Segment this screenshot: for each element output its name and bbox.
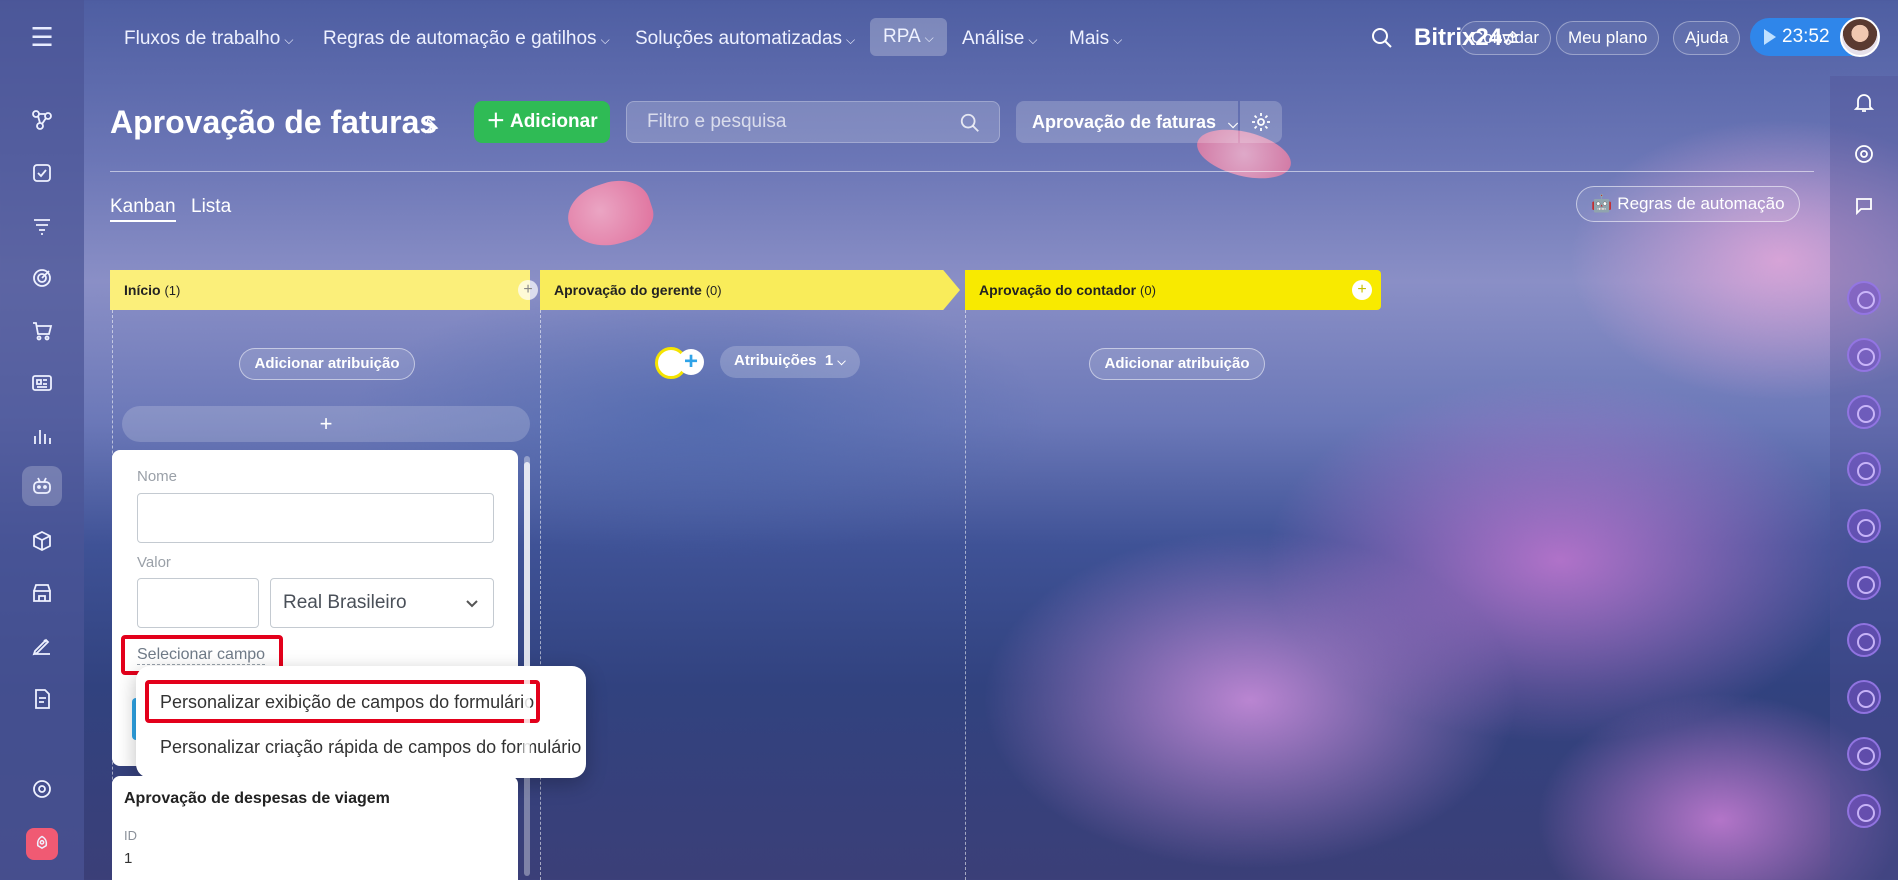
page-title: Aprovação de faturas bbox=[110, 104, 438, 140]
chat-icon[interactable] bbox=[1852, 194, 1876, 218]
nav-more[interactable]: Mais ⌵ bbox=[1069, 24, 1122, 54]
chevron-down-icon: ⌵ bbox=[837, 356, 846, 368]
add-button[interactable]: ＋ Adicionar bbox=[474, 101, 610, 143]
sign-icon[interactable] bbox=[22, 626, 62, 666]
search-input[interactable] bbox=[627, 102, 999, 142]
store-icon[interactable] bbox=[22, 573, 62, 613]
decorative-petal bbox=[560, 171, 660, 257]
contact-avatar-icon[interactable] bbox=[1847, 680, 1881, 714]
menu-item-customize-quick-create-fields[interactable]: Personalizar criação rápida de campos do… bbox=[160, 737, 581, 758]
pin-icon[interactable] bbox=[420, 116, 440, 136]
add-stage-plus-icon[interactable]: + bbox=[518, 280, 538, 300]
crm-funnel-icon[interactable] bbox=[22, 206, 62, 246]
value-field[interactable] bbox=[137, 578, 259, 628]
chevron-down-icon: ⌵ bbox=[1028, 33, 1038, 47]
cart-icon[interactable] bbox=[22, 311, 62, 351]
gear-icon bbox=[1252, 113, 1270, 131]
header-divider bbox=[110, 171, 1814, 172]
contact-avatar-icon[interactable] bbox=[1847, 281, 1881, 315]
search-icon[interactable] bbox=[1370, 26, 1394, 50]
bell-icon[interactable] bbox=[1852, 90, 1876, 114]
contact-avatar-icon[interactable] bbox=[1847, 623, 1881, 657]
add-stage-plus-icon[interactable]: + bbox=[1352, 280, 1372, 300]
card-id-label: ID bbox=[124, 828, 137, 843]
name-label: Nome bbox=[137, 468, 178, 485]
add-assignee-plus-icon[interactable]: + bbox=[678, 349, 704, 375]
stage-gerente[interactable]: Aprovação do gerente (0) bbox=[540, 270, 960, 310]
chevron-down-icon: ⌵ bbox=[1228, 116, 1238, 131]
search-icon[interactable] bbox=[959, 112, 981, 134]
highlight-box bbox=[145, 680, 540, 723]
robot-icon[interactable] bbox=[22, 466, 62, 506]
chevron-down-icon bbox=[466, 600, 478, 608]
nav-rpa[interactable]: RPA ⌵ bbox=[870, 18, 947, 56]
work-timer-button[interactable]: 23:52 bbox=[1750, 17, 1880, 57]
workflow-icon[interactable] bbox=[22, 100, 62, 140]
chevron-down-icon: ⌵ bbox=[600, 33, 610, 47]
column-scrollbar[interactable] bbox=[524, 456, 530, 876]
copilot-icon[interactable] bbox=[1852, 142, 1876, 166]
help-button[interactable]: Ajuda bbox=[1673, 21, 1741, 55]
contact-avatar-icon[interactable] bbox=[1847, 338, 1881, 372]
robot-icon: 🤖 bbox=[1591, 194, 1618, 213]
play-icon bbox=[1764, 29, 1776, 45]
add-assignment-button[interactable]: Adicionar atribuição bbox=[1089, 348, 1265, 380]
chevron-down-icon: ⌵ bbox=[1113, 33, 1123, 47]
stage-contador[interactable]: Aprovação do contador (0) bbox=[965, 270, 1381, 310]
view-selector[interactable]: Aprovação de faturas ⌵ bbox=[1016, 101, 1238, 143]
card-title[interactable]: Aprovação de despesas de viagem bbox=[124, 790, 390, 808]
left-sidebar: ☰ bbox=[0, 0, 84, 880]
tasks-icon[interactable] bbox=[22, 153, 62, 193]
value-label: Valor bbox=[137, 554, 171, 571]
filter-search[interactable] bbox=[626, 101, 1000, 143]
assignments-dropdown[interactable]: Atribuições 1 ⌵ bbox=[720, 346, 860, 378]
chevron-down-icon: ⌵ bbox=[924, 31, 934, 45]
contact-avatar-icon[interactable] bbox=[1847, 566, 1881, 600]
plus-icon: ＋ bbox=[486, 111, 510, 132]
card-id-value: 1 bbox=[124, 850, 133, 867]
add-assignment-button[interactable]: Adicionar atribuição bbox=[239, 348, 415, 380]
top-navigation: Fluxos de trabalho ⌵ Regras de automação … bbox=[84, 0, 1898, 76]
user-avatar[interactable] bbox=[1840, 17, 1880, 57]
automation-rules-button[interactable]: 🤖 Regras de automação bbox=[1576, 186, 1800, 222]
tab-lista[interactable]: Lista bbox=[191, 194, 231, 220]
box-icon[interactable] bbox=[22, 521, 62, 561]
kanban-card[interactable]: Aprovação de despesas de viagem ID 1 bbox=[112, 776, 518, 880]
column-divider bbox=[965, 310, 966, 880]
news-icon[interactable] bbox=[22, 363, 62, 403]
contact-avatar-icon[interactable] bbox=[1847, 794, 1881, 828]
hamburger-menu-icon[interactable]: ☰ bbox=[26, 24, 58, 50]
contact-avatar-icon[interactable] bbox=[1847, 509, 1881, 543]
contact-avatar-icon[interactable] bbox=[1847, 737, 1881, 771]
settings-gear-icon[interactable] bbox=[22, 769, 62, 809]
tab-kanban[interactable]: Kanban bbox=[110, 194, 176, 222]
chevron-down-icon: ⌵ bbox=[846, 33, 856, 47]
column-divider bbox=[540, 310, 541, 880]
target-icon[interactable] bbox=[22, 258, 62, 298]
quick-add-button[interactable]: + bbox=[122, 406, 530, 442]
chevron-down-icon: ⌵ bbox=[284, 33, 294, 47]
contact-avatar-icon[interactable] bbox=[1847, 452, 1881, 486]
nav-automated-solutions[interactable]: Soluções automatizadas ⌵ bbox=[635, 24, 855, 54]
analytics-icon[interactable] bbox=[22, 416, 62, 456]
nav-workflows[interactable]: Fluxos de trabalho ⌵ bbox=[124, 24, 293, 54]
right-sidebar bbox=[1830, 76, 1898, 880]
my-plan-button[interactable]: Meu plano bbox=[1556, 21, 1660, 55]
document-icon[interactable] bbox=[22, 679, 62, 719]
scrollbar-thumb[interactable] bbox=[524, 462, 530, 778]
view-settings-button[interactable] bbox=[1240, 101, 1282, 143]
nav-automation-rules[interactable]: Regras de automação e gatilhos ⌵ bbox=[323, 24, 610, 54]
timer-value: 23:52 bbox=[1782, 26, 1830, 47]
contact-avatar-icon[interactable] bbox=[1847, 395, 1881, 429]
nav-analytics[interactable]: Análise ⌵ bbox=[962, 24, 1037, 54]
rocket-icon[interactable] bbox=[26, 828, 58, 860]
currency-select[interactable]: Real Brasileiro bbox=[270, 578, 494, 628]
invite-button[interactable]: Convidar bbox=[1459, 21, 1552, 55]
name-field[interactable] bbox=[137, 493, 494, 543]
stage-inicio[interactable]: Início (1) bbox=[110, 270, 530, 310]
